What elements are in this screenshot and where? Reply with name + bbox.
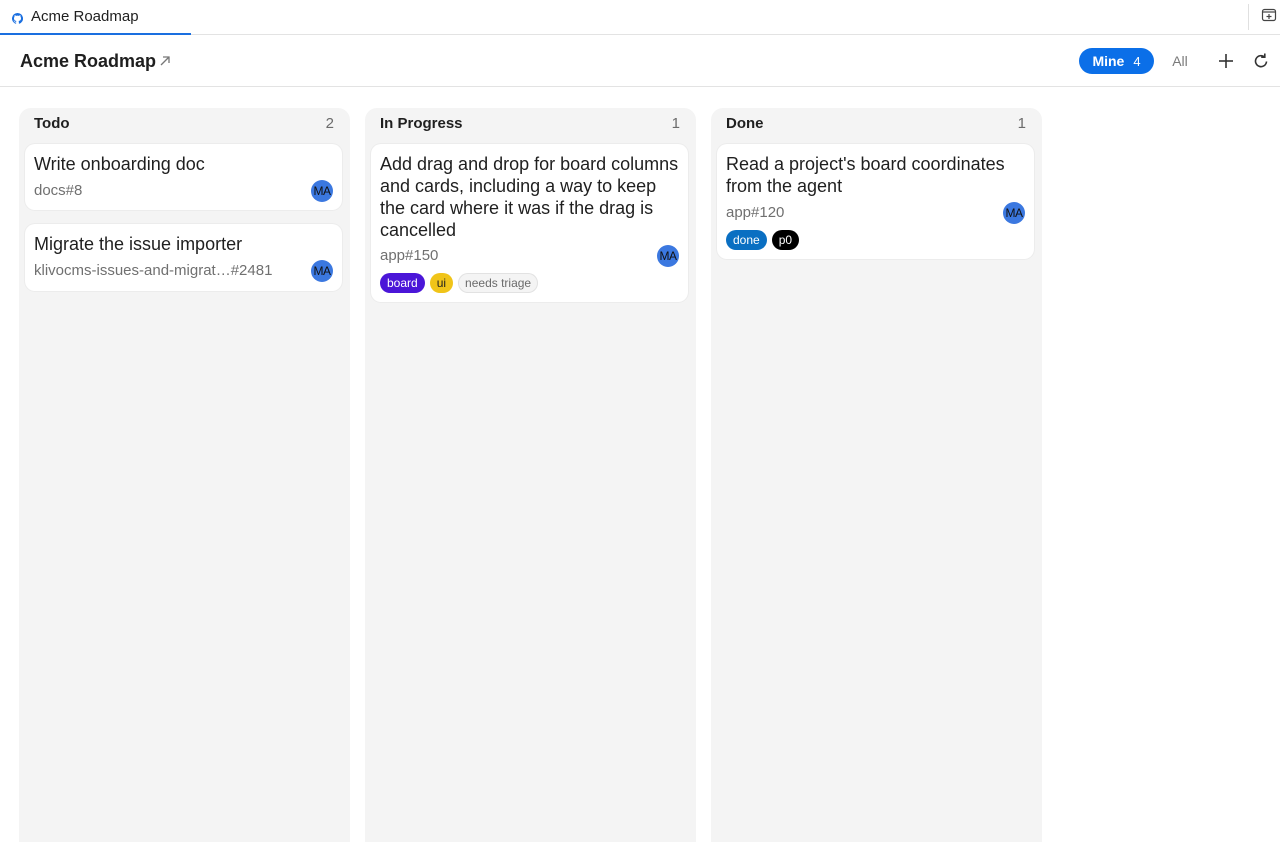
filter-mine-count: 4 (1133, 53, 1141, 69)
panel-add-icon (1261, 7, 1277, 28)
column-count: 1 (671, 115, 680, 132)
label-needs-triage[interactable]: needs triage (458, 273, 539, 293)
card-ref: app#120 (726, 204, 785, 221)
tab-divider (1248, 4, 1249, 30)
card-ref: app#150 (380, 247, 439, 264)
issue-card[interactable]: Add drag and drop for board columns and … (371, 144, 688, 302)
issue-card[interactable]: Read a project's board coordinates from … (717, 144, 1034, 259)
column-title: In Progress (380, 115, 463, 132)
avatar: MA (1003, 202, 1025, 224)
github-icon (11, 11, 24, 24)
open-in-panel-button[interactable] (1258, 6, 1280, 28)
column-count: 1 (1017, 115, 1026, 132)
external-link-icon[interactable] (158, 54, 172, 68)
tab-acme-roadmap[interactable]: Acme Roadmap (0, 0, 191, 35)
label-ui[interactable]: ui (429, 273, 454, 293)
filter-mine-button[interactable]: Mine 4 (1079, 48, 1154, 74)
column-title: Todo (34, 115, 70, 132)
avatar: MA (311, 260, 333, 282)
column-count: 2 (325, 115, 334, 132)
issue-card[interactable]: Write onboarding doc docs#8 MA (25, 144, 342, 210)
card-ref: klivocms-issues-and-migrat…#2481 (34, 262, 273, 279)
label-done[interactable]: done (726, 230, 767, 250)
filter-mine-label: Mine (1092, 53, 1125, 69)
tab-bar: Acme Roadmap (0, 0, 1280, 35)
page-title: Acme Roadmap (20, 51, 157, 71)
label-list: board ui needs triage (380, 273, 543, 293)
column-in-progress: In Progress 1 Add drag and drop for boar… (365, 108, 696, 842)
card-title: Read a project's board coordinates from … (726, 154, 1005, 196)
card-title: Add drag and drop for board columns and … (380, 154, 679, 240)
board-header: Acme Roadmap Mine 4 All (0, 36, 1280, 87)
label-p0[interactable]: p0 (771, 230, 800, 250)
tab-label: Acme Roadmap (31, 8, 139, 25)
label-list: done p0 (726, 230, 804, 250)
card-ref: docs#8 (34, 182, 83, 199)
card-title: Migrate the issue importer (34, 234, 243, 254)
column-todo: Todo 2 Write onboarding doc docs#8 MA Mi… (19, 108, 350, 842)
issue-card[interactable]: Migrate the issue importer klivocms-issu… (25, 224, 342, 291)
column-title: Done (726, 115, 764, 132)
avatar: MA (657, 245, 679, 267)
filter-all-button[interactable]: All (1166, 48, 1194, 74)
label-board[interactable]: board (380, 273, 425, 293)
add-icon[interactable] (1216, 51, 1236, 71)
card-title: Write onboarding doc (34, 154, 205, 174)
column-done: Done 1 Read a project's board coordinate… (711, 108, 1042, 842)
refresh-icon[interactable] (1251, 51, 1271, 71)
avatar: MA (311, 180, 333, 202)
